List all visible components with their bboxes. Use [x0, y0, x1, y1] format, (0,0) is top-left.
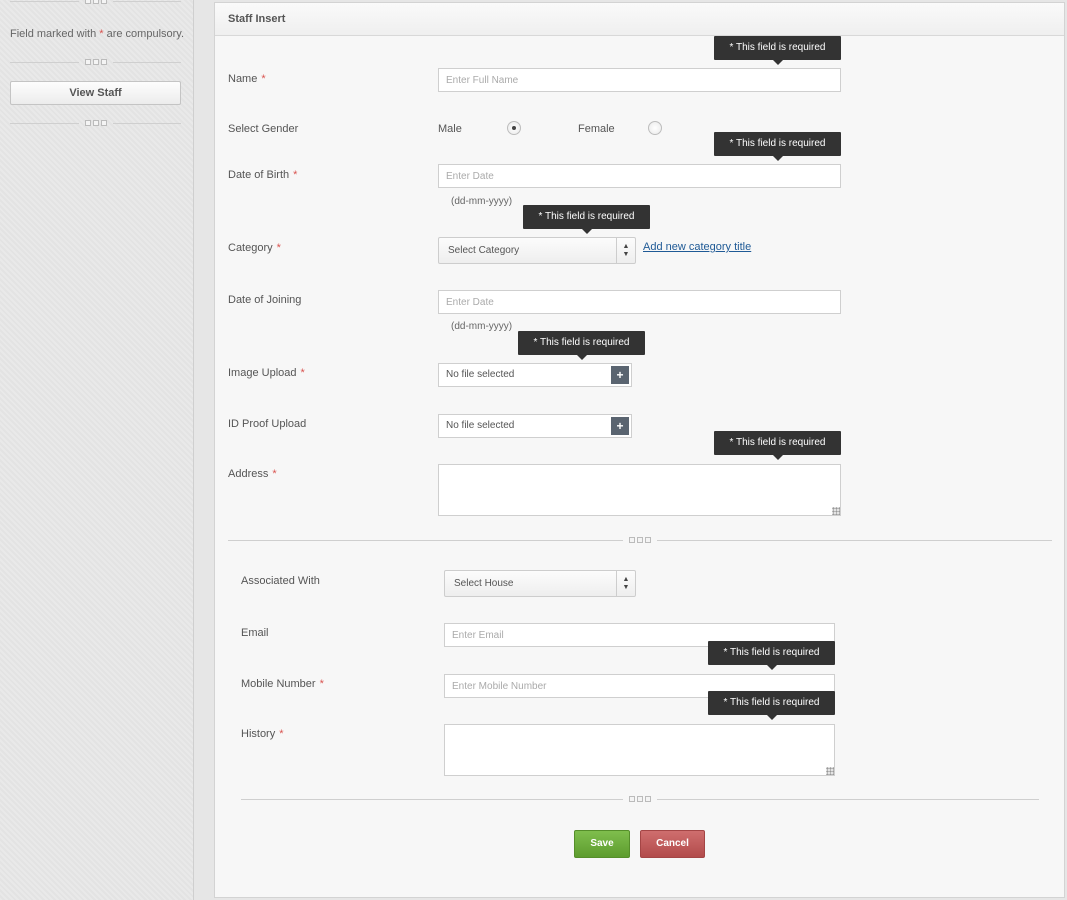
- image-upload-value: No file selected: [446, 369, 515, 380]
- house-select[interactable]: Select House ▲ ▼: [444, 570, 636, 597]
- gender-male-label: Male: [438, 123, 462, 135]
- doj-label: Date of Joining: [228, 294, 302, 306]
- add-category-link[interactable]: Add new category title: [643, 241, 751, 253]
- staff-insert-panel: Staff Insert Name* * This field is requi…: [214, 2, 1065, 898]
- name-input[interactable]: [438, 68, 841, 92]
- panel-title: Staff Insert: [215, 3, 1064, 36]
- save-button[interactable]: Save: [574, 830, 630, 858]
- category-label: Category *: [228, 242, 281, 254]
- gender-female-radio[interactable]: [648, 121, 662, 135]
- cancel-button[interactable]: Cancel: [640, 830, 705, 858]
- gender-female-label: Female: [578, 123, 615, 135]
- image-upload-input[interactable]: No file selected +: [438, 363, 632, 387]
- email-label: Email: [241, 627, 269, 639]
- id-proof-upload-input[interactable]: No file selected +: [438, 414, 632, 438]
- dob-format-hint: (dd-mm-yyyy): [451, 196, 513, 207]
- required-tooltip: * This field is required: [714, 431, 841, 460]
- mobile-label: Mobile Number *: [241, 678, 324, 690]
- house-select-value: Select House: [454, 578, 514, 589]
- id-proof-label: ID Proof Upload: [228, 418, 307, 430]
- add-file-icon[interactable]: +: [611, 417, 629, 435]
- id-proof-value: No file selected: [446, 420, 515, 431]
- required-tooltip: * This field is required: [708, 641, 835, 670]
- category-select-value: Select Category: [448, 245, 520, 256]
- compulsory-note: Field marked with * are compulsory.: [10, 28, 185, 40]
- category-select[interactable]: Select Category ▲ ▼: [438, 237, 636, 264]
- gender-label: Select Gender: [228, 123, 299, 135]
- separator: [241, 795, 1039, 803]
- history-label: History *: [241, 728, 284, 740]
- doj-input[interactable]: [438, 290, 841, 314]
- associated-with-label: Associated With: [241, 575, 320, 587]
- sidebar: Field marked with * are compulsory. View…: [0, 0, 194, 900]
- dob-input[interactable]: [438, 164, 841, 188]
- resize-grip-icon[interactable]: [832, 507, 840, 515]
- separator: [10, 119, 181, 127]
- select-arrows-icon: ▲ ▼: [616, 571, 635, 596]
- select-arrows-icon: ▲ ▼: [616, 238, 635, 263]
- required-tooltip: * This field is required: [714, 36, 841, 65]
- address-textarea[interactable]: [438, 464, 841, 516]
- history-textarea[interactable]: [444, 724, 835, 776]
- gender-male-radio[interactable]: [507, 121, 521, 135]
- doj-format-hint: (dd-mm-yyyy): [451, 321, 513, 332]
- resize-grip-icon[interactable]: [826, 767, 834, 775]
- dob-label: Date of Birth *: [228, 169, 298, 181]
- required-tooltip: * This field is required: [708, 691, 835, 720]
- name-label: Name *: [228, 73, 266, 85]
- separator: [10, 0, 181, 5]
- address-label: Address *: [228, 468, 277, 480]
- view-staff-button[interactable]: View Staff: [10, 81, 181, 105]
- required-tooltip: * This field is required: [523, 205, 650, 234]
- separator: [10, 58, 181, 66]
- required-tooltip: * This field is required: [714, 132, 841, 161]
- required-tooltip: * This field is required: [518, 331, 645, 360]
- image-upload-label: Image Upload *: [228, 367, 305, 379]
- add-file-icon[interactable]: +: [611, 366, 629, 384]
- separator: [228, 536, 1052, 544]
